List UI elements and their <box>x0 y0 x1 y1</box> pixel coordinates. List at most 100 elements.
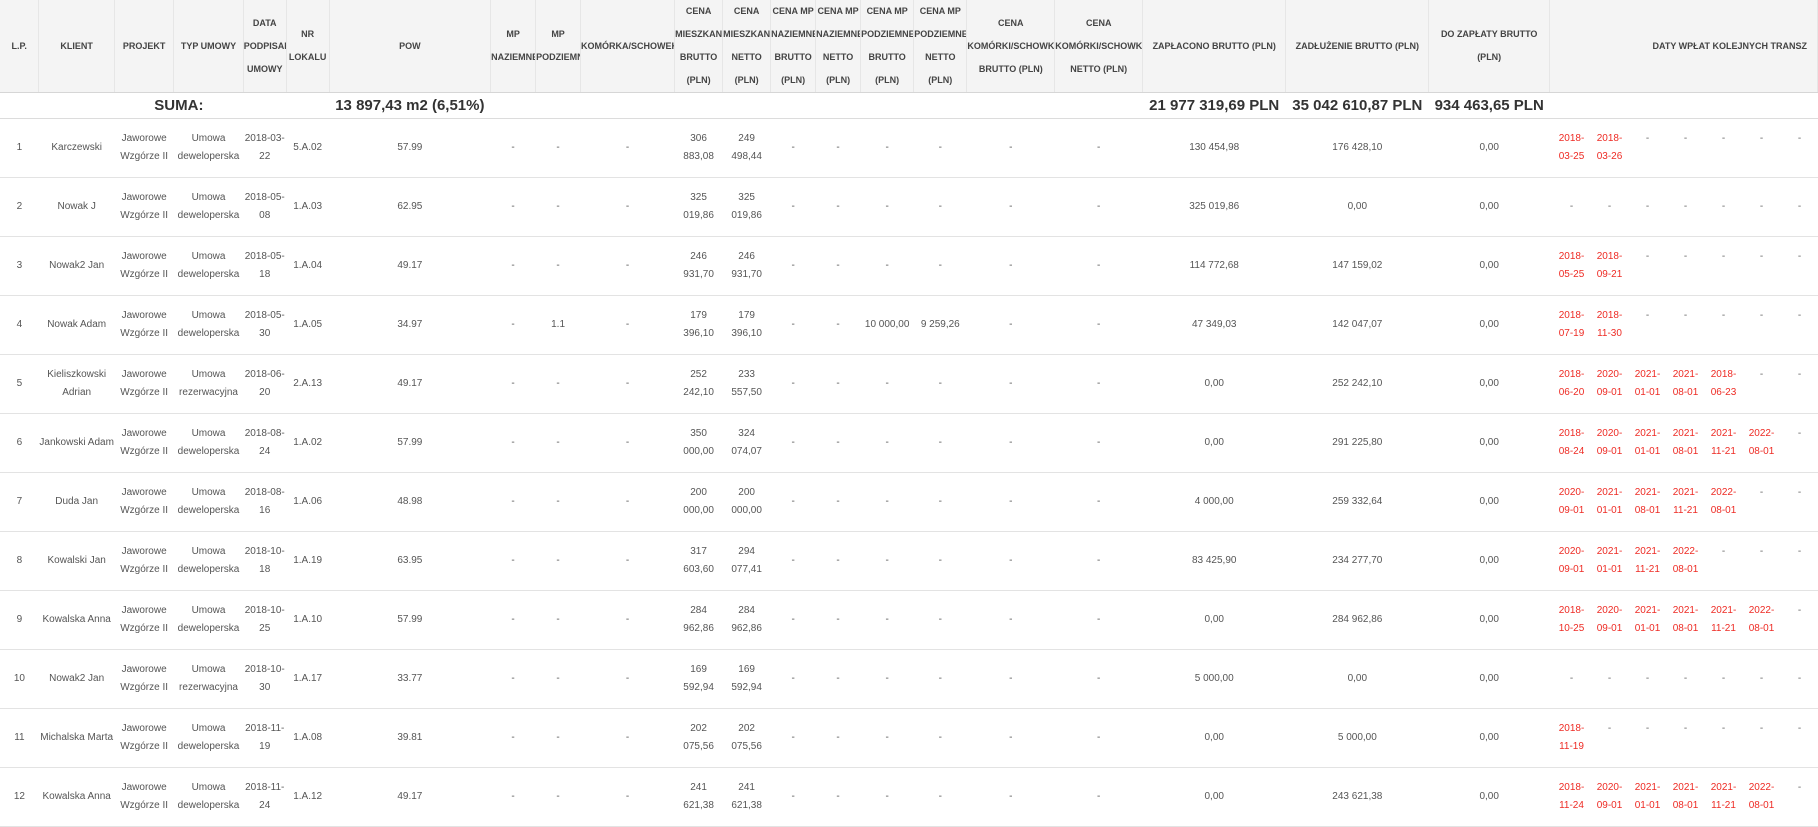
col-lp-cell: 1 <box>0 118 39 178</box>
table-row[interactable]: 4 Nowak Adam Jaworowe Wzgórze II Umowa dewe… <box>0 295 1818 355</box>
col-do-zaplaty-cell: 0,00 <box>1428 767 1550 827</box>
col-unit-cell: 1.A.02 <box>286 413 330 473</box>
table-row[interactable]: 9 Kowalska Anna Jaworowe Wzgórze II Umowa d… <box>0 590 1818 650</box>
col-daty-wplat-header[interactable]: DATY WPŁAT KOLEJNYCH TRANSZ <box>1549 0 1818 93</box>
col-cena-mieszkania-netto-header[interactable]: CENA MIESZKANIA NETTO (PLN) <box>722 0 772 93</box>
col-mp-naziemne-cell: - <box>490 531 536 591</box>
col-mp-podziemne-cell: - <box>535 413 581 473</box>
col-cena-mieszkania-brutto-cell: 325 019,86 <box>674 177 723 237</box>
table-row[interactable]: 11 Michalska Marta Jaworowe Wzgórze II Umow… <box>0 708 1818 768</box>
col-lp-header[interactable]: L.P. <box>0 0 40 93</box>
col-cena-komorki-netto-header[interactable]: CENA KOMÓRKI/SCHOWKA NETTO (PLN) <box>1054 0 1144 93</box>
col-cena-komorki-netto-cell: - <box>1054 177 1143 237</box>
col-cena-mp-podziemne-netto-cell: - <box>913 767 967 827</box>
tranche-date: 2022-08-01 <box>1748 428 1775 457</box>
col-zadluzenie-cell: 291 225,80 <box>1285 413 1429 473</box>
tranche-empty: - <box>1645 201 1650 212</box>
table-row[interactable]: 1 Karczewski Jaworowe Wzgórze II Umowa dewe… <box>0 118 1818 178</box>
col-cena-mp-naziemne-brutto-cell: - <box>770 767 816 827</box>
col-cena-mp-podziemne-brutto-cell: - <box>860 708 914 768</box>
tranche-empty: - <box>1607 201 1612 212</box>
col-pow-cell: 49.17 <box>329 767 491 827</box>
tranche-empty: - <box>1721 723 1726 734</box>
col-mp-podziemne-header[interactable]: MP PODZIEMNE <box>535 0 582 93</box>
tranche-empty: - <box>1797 605 1802 616</box>
col-cena-mieszkania-brutto-header[interactable]: CENA MIESZKANIA BRUTTO (PLN) <box>674 0 724 93</box>
table-row[interactable]: 3 Nowak2 Jan Jaworowe Wzgórze II Umowa dewe… <box>0 236 1818 296</box>
col-type-cell: Umowa deweloperska <box>173 118 244 178</box>
tranche-dates: 2020-09-01 2021-01-01 2021-08-01 2021-11-21… <box>1550 484 1818 520</box>
tranche-date: 2018-06-23 <box>1710 369 1737 398</box>
table-row[interactable]: 2 Nowak J Jaworowe Wzgórze II Umowa dewelop… <box>0 177 1818 237</box>
tranche-dates: 2018-11-24 2020-09-01 2021-01-01 2021-08-01… <box>1550 779 1818 815</box>
table-row[interactable]: 10 Nowak2 Jan Jaworowe Wzgórze II Umowa rez… <box>0 649 1818 709</box>
col-cena-komorki-netto-cell: - <box>1054 767 1143 827</box>
tranche-empty: - <box>1683 251 1688 262</box>
col-cena-mieszkania-netto-cell: 246 931,70 <box>722 236 771 296</box>
col-cena-mp-naziemne-netto-header[interactable]: CENA MP NAZIEMNE NETTO (PLN) <box>815 0 862 93</box>
col-cena-mieszkania-brutto-cell: 179 396,10 <box>674 295 723 355</box>
table-row[interactable]: 8 Kowalski Jan Jaworowe Wzgórze II Umowa de… <box>0 531 1818 591</box>
col-cena-mp-naziemne-brutto-cell: - <box>770 708 816 768</box>
col-type-header[interactable]: TYP UMOWY <box>173 0 244 93</box>
col-zadluzenie-cell: 0,00 <box>1285 649 1429 709</box>
tranche-date: 2021-11-21 <box>1710 428 1737 457</box>
tranche-date: 2020-09-01 <box>1596 782 1623 811</box>
col-unit-cell: 1.A.12 <box>286 767 330 827</box>
col-type-cell: Umowa deweloperska <box>173 590 244 650</box>
table-row[interactable]: 5 Kieliszkowski Adrian Jaworowe Wzgórze II… <box>0 354 1818 414</box>
col-cena-komorki-netto-cell: - <box>1054 590 1143 650</box>
col-client-cell: Kowalska Anna <box>38 590 115 650</box>
col-date-header[interactable]: DATA PODPISANIA UMOWY <box>243 0 287 93</box>
col-cena-mp-naziemne-brutto-cell: - <box>770 649 816 709</box>
col-client-cell: Nowak J <box>38 177 115 237</box>
col-cena-komorki-brutto-cell: - <box>966 236 1055 296</box>
col-client-cell: Nowak Adam <box>38 295 115 355</box>
col-project-cell: Jaworowe Wzgórze II <box>114 531 174 591</box>
col-date-cell: 2018-05-18 <box>243 236 287 296</box>
col-cena-mp-naziemne-netto-cell: - <box>815 413 861 473</box>
col-project-header[interactable]: PROJEKT <box>114 0 175 93</box>
tranche-date: 2022-08-01 <box>1672 546 1699 575</box>
col-mp-naziemne-header[interactable]: MP NAZIEMNE <box>490 0 537 93</box>
summary-empty <box>0 92 39 119</box>
col-zadluzenie-header[interactable]: ZADŁUŻENIE BRUTTO (PLN) <box>1285 0 1430 93</box>
col-do-zaplaty-header[interactable]: DO ZAPŁATY BRUTTO (PLN) <box>1428 0 1550 93</box>
table-row[interactable]: 6 Jankowski Adam Jaworowe Wzgórze II Umowa … <box>0 413 1818 473</box>
col-cena-mieszkania-netto-cell: 202 075,56 <box>722 708 771 768</box>
col-cena-komorki-netto-cell: - <box>1054 354 1143 414</box>
tranche-empty: - <box>1569 201 1574 212</box>
col-cena-mp-naziemne-brutto-cell: - <box>770 472 816 532</box>
tranche-date: 2021-01-01 <box>1596 487 1623 516</box>
col-pow-header[interactable]: POW <box>329 0 492 93</box>
col-unit-cell: 5.A.02 <box>286 118 330 178</box>
col-zadluzenie-cell: 234 277,70 <box>1285 531 1429 591</box>
tranche-empty: - <box>1797 369 1802 380</box>
tranche-empty: - <box>1797 133 1802 144</box>
tranche-empty: - <box>1797 428 1802 439</box>
col-cena-komorki-brutto-cell: - <box>966 177 1055 237</box>
col-client-header[interactable]: KLIENT <box>38 0 115 93</box>
col-cena-mp-podziemne-netto-header[interactable]: CENA MP PODZIEMNE NETTO (PLN) <box>913 0 968 93</box>
col-cena-mp-naziemne-brutto-header[interactable]: CENA MP NAZIEMNE BRUTTO (PLN) <box>770 0 817 93</box>
col-cena-mp-podziemne-brutto-header[interactable]: CENA MP PODZIEMNE BRUTTO (PLN) <box>860 0 915 93</box>
col-komorka-cell: - <box>580 767 675 827</box>
table-row[interactable]: 12 Kowalska Anna Jaworowe Wzgórze II Umowa … <box>0 767 1818 827</box>
col-cena-mp-podziemne-brutto-cell: - <box>860 767 914 827</box>
col-cena-mp-podziemne-netto-cell: - <box>913 708 967 768</box>
col-cena-mp-podziemne-netto-cell: - <box>913 649 967 709</box>
col-unit-header[interactable]: NR LOKALU <box>286 0 330 93</box>
col-komorka-header[interactable]: KOMÓRKA/SCHOWEK <box>580 0 676 93</box>
col-cena-komorki-brutto-header[interactable]: CENA KOMÓRKI/SCHOWKA BRUTTO (PLN) <box>966 0 1056 93</box>
col-lp-cell: 4 <box>0 295 39 355</box>
col-zadluzenie-cell: 142 047,07 <box>1285 295 1429 355</box>
tranche-empty: - <box>1797 546 1802 557</box>
summary-empty <box>243 92 287 119</box>
col-lp-cell: 5 <box>0 354 39 414</box>
table-row[interactable]: 7 Duda Jan Jaworowe Wzgórze II Umowa dewelo… <box>0 472 1818 532</box>
col-zaplacono-header[interactable]: ZAPŁACONO BRUTTO (PLN) <box>1142 0 1287 93</box>
col-unit-cell: 1.A.17 <box>286 649 330 709</box>
col-cena-komorki-brutto-cell: - <box>966 118 1055 178</box>
col-cena-mp-podziemne-brutto-cell: - <box>860 118 914 178</box>
tranche-dates-cell: 2018-06-20 2020-09-01 2021-01-01 2021-08-01… <box>1549 354 1818 414</box>
